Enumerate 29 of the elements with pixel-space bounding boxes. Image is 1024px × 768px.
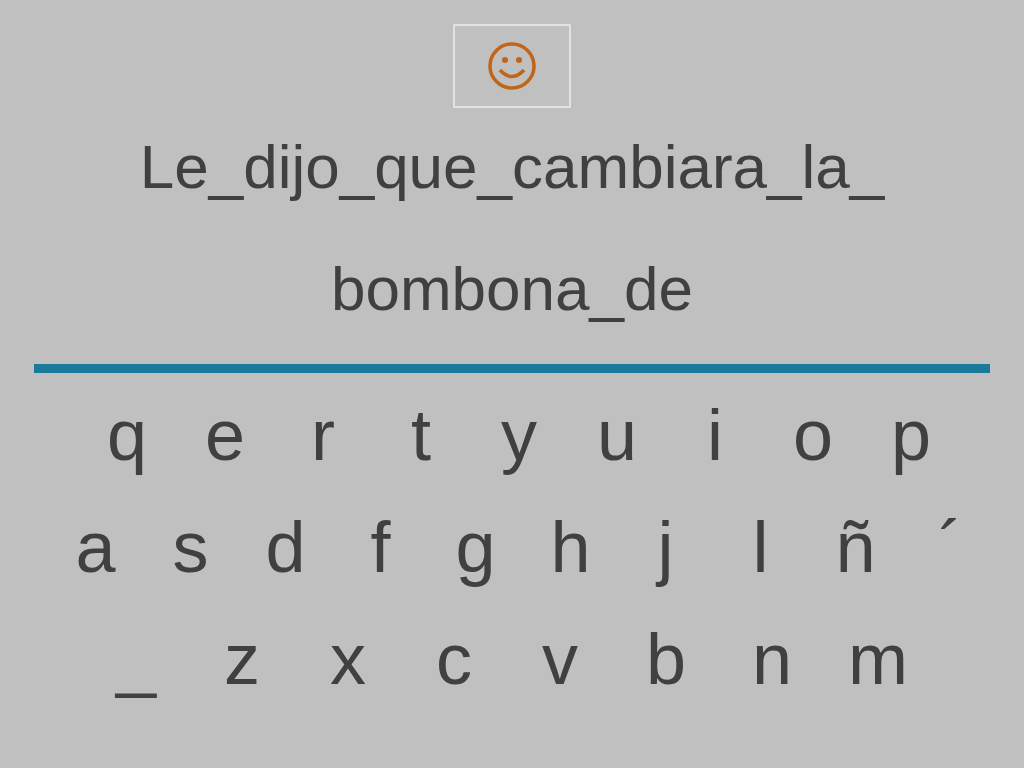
letter-key[interactable]: c bbox=[401, 619, 507, 699]
letter-key[interactable]: y bbox=[470, 395, 568, 475]
letter-key[interactable]: x bbox=[295, 619, 401, 699]
letter-key[interactable]: i bbox=[666, 395, 764, 475]
letter-key[interactable]: p bbox=[862, 395, 960, 475]
sentence-line: bombona_de bbox=[331, 258, 693, 320]
letter-key[interactable]: t bbox=[372, 395, 470, 475]
letter-key[interactable]: s bbox=[143, 507, 238, 587]
letter-key[interactable]: ´ bbox=[903, 507, 998, 587]
letter-key[interactable]: n bbox=[719, 619, 825, 699]
letter-key[interactable]: m bbox=[825, 619, 931, 699]
letter-key[interactable]: h bbox=[523, 507, 618, 587]
letter-key[interactable]: o bbox=[764, 395, 862, 475]
letter-key[interactable]: g bbox=[428, 507, 523, 587]
smiley-icon bbox=[487, 41, 537, 91]
letter-key[interactable]: a bbox=[48, 507, 143, 587]
letter-key[interactable]: _ bbox=[83, 619, 189, 699]
letter-key[interactable]: b bbox=[613, 619, 719, 699]
letter-key[interactable]: e bbox=[176, 395, 274, 475]
letter-key[interactable]: v bbox=[507, 619, 613, 699]
letter-key[interactable]: ñ bbox=[808, 507, 903, 587]
letter-key[interactable]: l bbox=[713, 507, 808, 587]
letter-key[interactable]: d bbox=[238, 507, 333, 587]
letter-key[interactable]: f bbox=[333, 507, 428, 587]
letter-key[interactable]: j bbox=[618, 507, 713, 587]
letter-key[interactable]: u bbox=[568, 395, 666, 475]
letter-key[interactable]: q bbox=[78, 395, 176, 475]
letter-key[interactable]: z bbox=[189, 619, 295, 699]
letter-key[interactable]: r bbox=[274, 395, 372, 475]
